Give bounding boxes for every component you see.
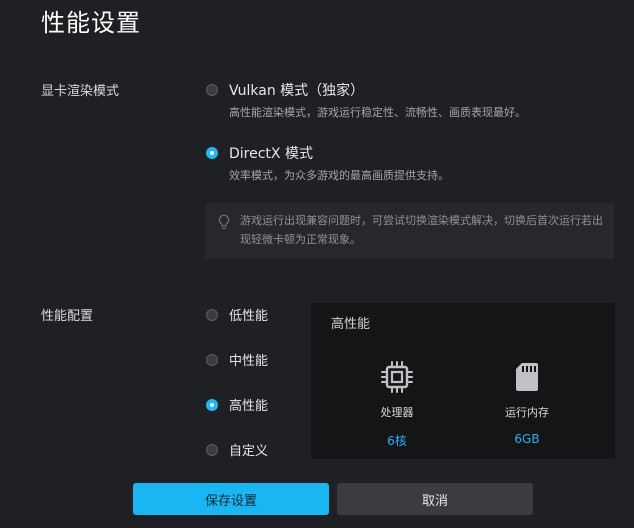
radio-button-unchecked[interactable] xyxy=(206,84,218,96)
performance-config-label: 性能配置 xyxy=(41,309,94,324)
directx-description: 效率模式，为众多游戏的最高画质提供支持。 xyxy=(229,169,449,182)
performance-panel-title: 高性能 xyxy=(331,317,371,332)
memory-label: 运行内存 xyxy=(505,406,549,419)
radio-directx-mode[interactable]: DirectX 模式 xyxy=(206,143,313,163)
processor-chip-icon xyxy=(381,361,413,393)
page-title: 性能设置 xyxy=(41,9,141,37)
radio-button-unchecked[interactable] xyxy=(206,308,218,321)
radio-medium-performance[interactable]: 中性能 xyxy=(206,350,268,369)
compatibility-tip-box: 游戏运行出现兼容问题时，可尝试切换渲染模式解决，切换后首次运行若出现轻微卡顿为正… xyxy=(205,203,614,259)
radio-button-unchecked[interactable] xyxy=(206,443,218,456)
performance-detail-panel: 高性能 处理器 6核 运行内存 6GB xyxy=(311,303,615,459)
radio-vulkan-mode[interactable]: Vulkan 模式（独家） xyxy=(206,80,364,100)
memory-card-icon xyxy=(516,363,538,391)
radio-button-checked[interactable] xyxy=(206,398,218,411)
radio-label: 高性能 xyxy=(229,399,269,414)
save-settings-button[interactable]: 保存设置 xyxy=(133,483,329,515)
radio-custom-performance[interactable]: 自定义 xyxy=(206,440,268,459)
memory-spec: 运行内存 6GB xyxy=(482,359,572,446)
radio-label: DirectX 模式 xyxy=(229,146,313,162)
vulkan-description: 高性能渲染模式，游戏运行稳定性、流畅性、画质表现最好。 xyxy=(229,106,526,119)
radio-low-performance[interactable]: 低性能 xyxy=(206,305,268,324)
cpu-value: 6核 xyxy=(387,434,407,448)
radio-label: 低性能 xyxy=(229,309,269,324)
cpu-spec: 处理器 6核 xyxy=(352,359,442,449)
memory-value: 6GB xyxy=(514,432,540,446)
radio-button-checked[interactable] xyxy=(206,147,218,159)
render-mode-label: 显卡渲染模式 xyxy=(41,84,120,99)
cancel-button[interactable]: 取消 xyxy=(337,483,533,515)
radio-label: Vulkan 模式（独家） xyxy=(229,83,365,99)
cpu-label: 处理器 xyxy=(380,406,414,419)
lightbulb-icon xyxy=(218,214,230,229)
radio-high-performance[interactable]: 高性能 xyxy=(206,395,268,414)
radio-label: 自定义 xyxy=(229,444,269,459)
radio-label: 中性能 xyxy=(229,354,269,369)
radio-button-unchecked[interactable] xyxy=(206,353,218,366)
tip-text: 游戏运行出现兼容问题时，可尝试切换渲染模式解决，切换后首次运行若出现轻微卡顿为正… xyxy=(240,214,603,246)
